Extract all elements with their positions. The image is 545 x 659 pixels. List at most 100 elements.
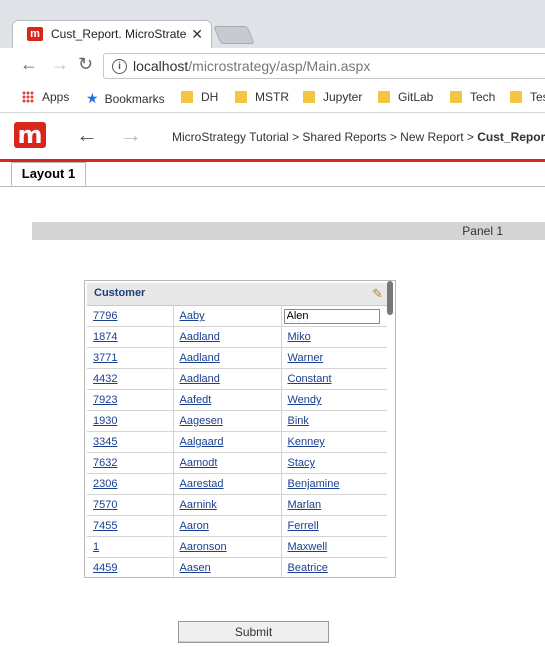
bookmark-jupyter[interactable]: Jupyter (303, 90, 362, 104)
cell-link[interactable]: Ferrell (288, 520, 319, 532)
bookmark-gitlab[interactable]: GitLab (378, 90, 433, 104)
folder-icon (181, 91, 193, 103)
cell-link[interactable]: 1874 (93, 331, 117, 343)
cell-link[interactable]: Aadland (180, 331, 220, 343)
cell-link[interactable]: Aarnink (180, 499, 217, 511)
cell-link[interactable]: Aagesen (180, 415, 223, 427)
cell-link[interactable]: Maxwell (288, 541, 328, 553)
breadcrumb-item[interactable]: Shared Reports (302, 130, 386, 144)
breadcrumb: MicroStrategy Tutorial > Shared Reports … (172, 130, 545, 144)
first-name-cell: Maxwell (281, 536, 387, 558)
browser-tab-bar: m Cust_Report. MicroStrate ✕ (0, 0, 545, 49)
app-header: m ← → MicroStrategy Tutorial > Shared Re… (0, 113, 545, 162)
cell-link[interactable]: Aaronson (180, 541, 227, 553)
breadcrumb-separator: > (466, 130, 474, 144)
back-arrow-icon[interactable]: ← (76, 122, 98, 148)
cell-link[interactable]: Benjamine (288, 478, 340, 490)
browser-toolbar: ← → ↻ i localhost/microstrategy/asp/Main… (0, 48, 545, 84)
cell-link[interactable]: 7632 (93, 457, 117, 469)
forward-arrow-icon[interactable]: → (51, 54, 69, 75)
cell-link[interactable]: Aafedt (180, 394, 212, 406)
address-bar[interactable]: i localhost/microstrategy/asp/Main.aspx (103, 53, 545, 79)
cell-link[interactable]: Aadland (180, 352, 220, 364)
cell-link[interactable]: 1 (93, 541, 99, 553)
submit-button[interactable]: Submit (178, 621, 329, 643)
first-name-cell: Constant (281, 368, 387, 390)
new-tab-button[interactable] (213, 26, 255, 44)
cell-link[interactable]: 7923 (93, 394, 117, 406)
bookmark-dh[interactable]: DH (181, 90, 218, 104)
forward-arrow-icon[interactable]: → (120, 122, 142, 148)
folder-icon (510, 91, 522, 103)
customer-id-cell: 1930 (87, 410, 174, 432)
microstrategy-logo[interactable]: m (14, 122, 46, 148)
info-icon[interactable]: i (112, 59, 127, 74)
microstrategy-favicon-icon: m (27, 27, 43, 41)
cell-link[interactable]: Aadland (180, 373, 220, 385)
bookmark-tes[interactable]: Tes (510, 90, 545, 104)
last-name-cell: Aaby (173, 306, 282, 327)
cell-link[interactable]: 1930 (93, 415, 117, 427)
edit-cell-input[interactable] (283, 308, 380, 324)
first-name-cell: Ferrell (281, 515, 387, 537)
customer-id-cell: 1 (87, 536, 174, 558)
first-name-cell: Beatrice (281, 557, 387, 577)
cell-link[interactable]: 3771 (93, 352, 117, 364)
cell-link[interactable]: 3345 (93, 436, 117, 448)
cell-link[interactable]: Aaron (180, 520, 209, 532)
last-name-cell: Aalgaard (173, 431, 282, 453)
reload-icon[interactable]: ↻ (78, 54, 93, 75)
grid-title: Customer (94, 287, 146, 299)
back-arrow-icon[interactable]: ← (20, 54, 38, 75)
first-name-cell (281, 306, 387, 327)
bookmark-mstr[interactable]: MSTR (235, 90, 289, 104)
customer-id-cell: 7632 (87, 452, 174, 474)
cell-link[interactable]: Aaby (180, 310, 205, 322)
cell-link[interactable]: Stacy (288, 457, 316, 469)
cell-link[interactable]: Wendy (288, 394, 322, 406)
breadcrumb-item[interactable]: MicroStrategy Tutorial (172, 130, 289, 144)
table-row: 3771 Aadland Warner (87, 347, 387, 369)
cell-link[interactable]: Marlan (288, 499, 322, 511)
customer-id-cell: 3771 (87, 347, 174, 369)
first-name-cell: Warner (281, 347, 387, 369)
last-name-cell: Aaron (173, 515, 282, 537)
cell-link[interactable]: 7455 (93, 520, 117, 532)
close-icon[interactable]: ✕ (191, 26, 203, 43)
cell-link[interactable]: Beatrice (288, 562, 328, 574)
cell-link[interactable]: Aasen (180, 562, 211, 574)
cell-link[interactable]: Warner (288, 352, 324, 364)
layout-tab-strip: Layout 1 (0, 162, 545, 187)
cell-link[interactable]: Aalgaard (180, 436, 224, 448)
panel-label[interactable]: Panel 1 (462, 224, 503, 238)
browser-tab[interactable]: m Cust_Report. MicroStrate ✕ (12, 20, 212, 48)
cell-link[interactable]: Kenney (288, 436, 325, 448)
table-row: 4432 Aadland Constant (87, 368, 387, 390)
cell-link[interactable]: 4459 (93, 562, 117, 574)
url-text: localhost/microstrategy/asp/Main.aspx (133, 58, 371, 74)
breadcrumb-item[interactable]: New Report (400, 130, 463, 144)
table-row: 4459 Aasen Beatrice (87, 557, 387, 577)
grid-scrollbar[interactable] (387, 281, 393, 315)
folder-icon (235, 91, 247, 103)
pencil-icon[interactable]: ✎ (372, 286, 383, 302)
bookmark-apps[interactable]: Apps (22, 90, 69, 104)
bookmark-tech[interactable]: Tech (450, 90, 495, 104)
cell-link[interactable]: 4432 (93, 373, 117, 385)
customer-id-cell: 7923 (87, 389, 174, 411)
cell-link[interactable]: 7796 (93, 310, 117, 322)
cell-link[interactable]: Bink (288, 415, 309, 427)
cell-link[interactable]: 7570 (93, 499, 117, 511)
cell-link[interactable]: Aarestad (180, 478, 224, 490)
table-row: 7570 Aarnink Marlan (87, 494, 387, 516)
cell-link[interactable]: Miko (288, 331, 311, 343)
tab-layout-1[interactable]: Layout 1 (11, 162, 86, 186)
breadcrumb-separator: > (389, 130, 397, 144)
cell-link[interactable]: Aamodt (180, 457, 218, 469)
tab-title: Cust_Report. MicroStrate (51, 27, 187, 41)
last-name-cell: Aadland (173, 326, 282, 348)
bookmark-bookmarks[interactable]: ★ Bookmarks (86, 90, 165, 107)
cell-link[interactable]: 2306 (93, 478, 117, 490)
cell-link[interactable]: Constant (288, 373, 332, 385)
table-row: 7632 Aamodt Stacy (87, 452, 387, 474)
